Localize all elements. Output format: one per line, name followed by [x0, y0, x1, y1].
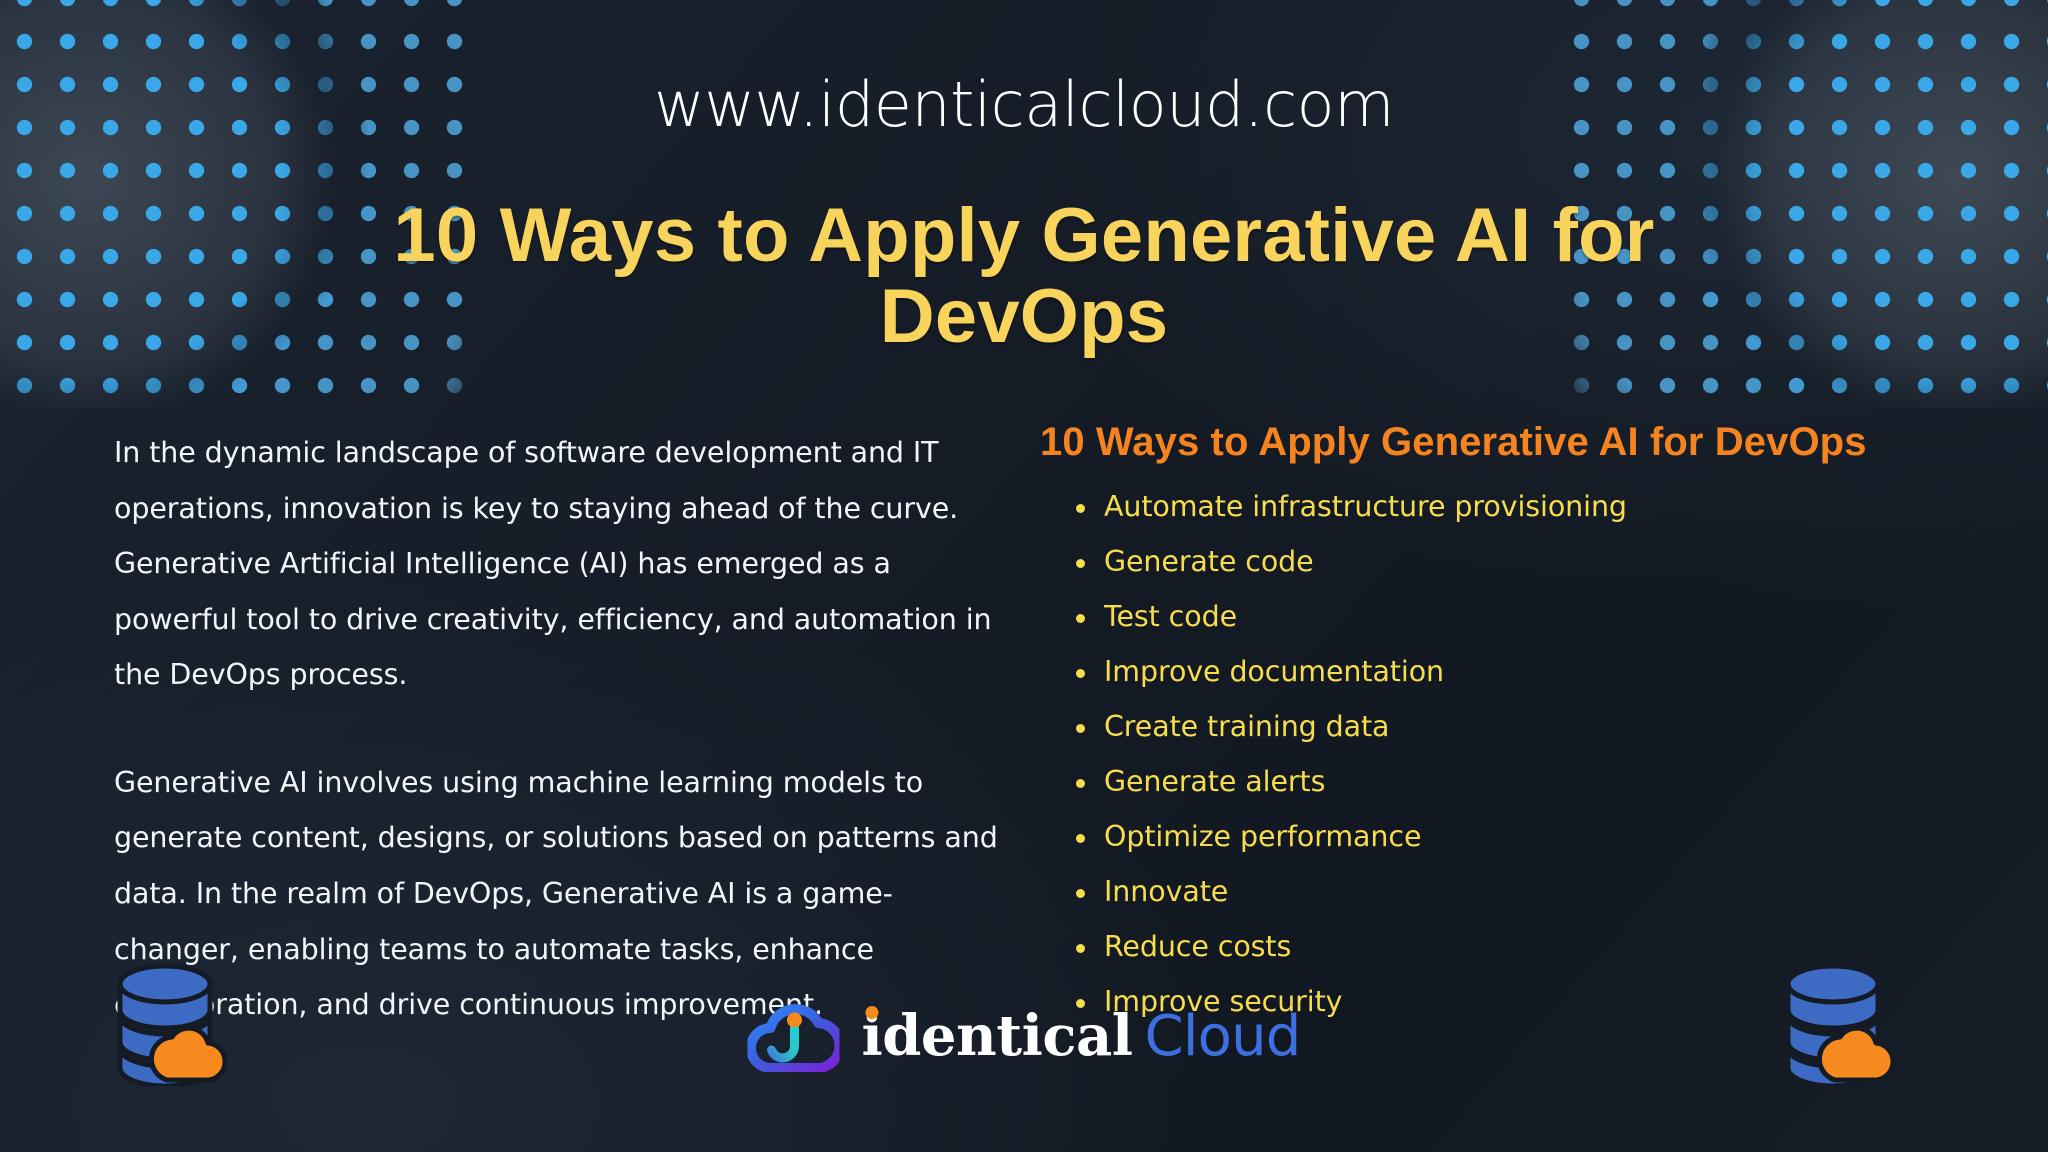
list-item: Generate alerts [1074, 767, 1940, 797]
infographic-poster: www.identicalcloud.com 10 Ways to Apply … [0, 0, 2048, 1152]
article-paragraph: In the dynamic landscape of software dev… [114, 436, 992, 692]
list-item: Automate infrastructure provisioning [1074, 492, 1940, 522]
brand-name-secondary: Cloud [1144, 1003, 1302, 1069]
page-title: 10 Ways to Apply Generative AI for DevOp… [393, 193, 1655, 359]
database-cloud-icon [112, 962, 232, 1089]
cloud-person-logo-icon [746, 1000, 845, 1074]
list-item: Improve documentation [1074, 657, 1940, 687]
list-item: Optimize performance [1074, 822, 1940, 852]
list-item: Test code [1074, 602, 1940, 632]
brand-wordmark: identical Cloud [861, 1003, 1302, 1069]
site-url: www.identicalcloud.com [653, 68, 1395, 141]
database-cloud-icon [1780, 962, 1900, 1089]
list-item: Innovate [1074, 877, 1940, 907]
article-paragraph: Generative AI involves using machine lea… [114, 765, 998, 1022]
list-item: Create training data [1074, 712, 1940, 742]
brand-i-dot-icon [865, 1005, 879, 1019]
article-column: In the dynamic landscape of software dev… [114, 425, 1014, 1033]
brand-name-primary-text: identical [861, 1002, 1133, 1069]
list-item: Generate code [1074, 547, 1940, 577]
brand-name-primary: identical [861, 1005, 1133, 1064]
list-item: Reduce costs [1074, 932, 1940, 962]
ways-column: 10 Ways to Apply Generative AI for DevOp… [1040, 420, 1940, 1043]
brand-logo: identical Cloud [746, 1000, 1302, 1074]
ways-list: Automate infrastructure provisioning Gen… [1074, 492, 1940, 1017]
ways-list-title: 10 Ways to Apply Generative AI for DevOp… [1040, 420, 1867, 464]
